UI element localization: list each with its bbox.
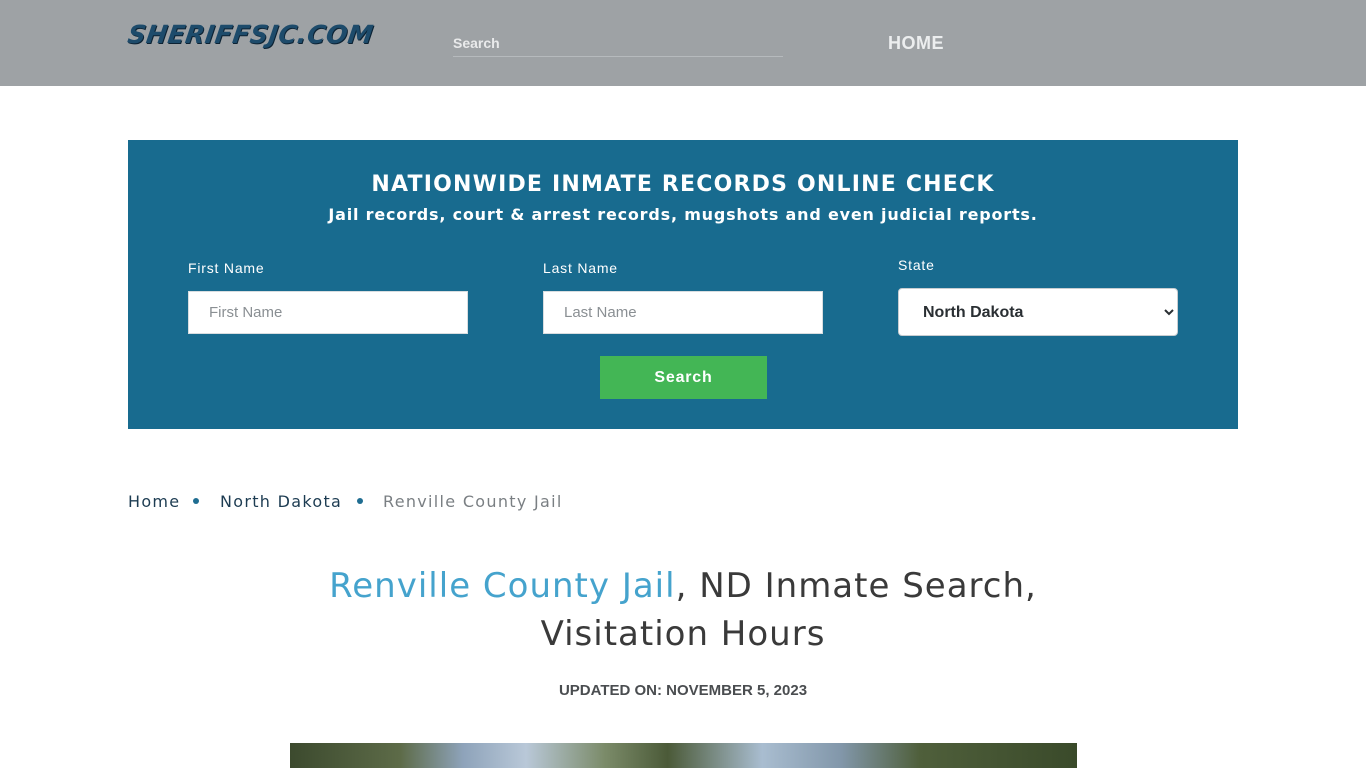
updated-date: UPDATED ON: NOVEMBER 5, 2023 <box>558 682 808 699</box>
jail-photo <box>290 743 1077 768</box>
breadcrumb-separator <box>193 498 199 504</box>
breadcrumb-separator <box>357 498 363 504</box>
state-select[interactable]: North Dakota <box>898 288 1178 336</box>
site-header: SHERIFFSJC.COM HOME <box>0 0 1366 86</box>
header-search-input[interactable] <box>453 32 783 54</box>
breadcrumb-home[interactable]: Home <box>128 492 180 511</box>
title-jail-link[interactable]: Renville County Jail <box>329 566 675 606</box>
page-title: Renville County Jail, ND Inmate Search, … <box>0 562 1366 658</box>
panel-title: NATIONWIDE INMATE RECORDS ONLINE CHECK <box>371 172 995 197</box>
first-name-label: First Name <box>188 260 265 276</box>
nav-home-link[interactable]: HOME <box>888 33 944 54</box>
title-line-two: Visitation Hours <box>540 614 826 654</box>
breadcrumb-current: Renville County Jail <box>383 492 563 511</box>
state-label: State <box>898 257 935 273</box>
panel-subtitle: Jail records, court & arrest records, mu… <box>328 205 1038 224</box>
search-button[interactable]: Search <box>600 356 767 399</box>
first-name-input[interactable] <box>188 291 468 334</box>
header-search <box>453 32 783 57</box>
site-logo[interactable]: SHERIFFSJC.COM <box>126 20 375 49</box>
breadcrumb-state[interactable]: North Dakota <box>220 492 342 511</box>
last-name-label: Last Name <box>543 260 618 276</box>
last-name-input[interactable] <box>543 291 823 334</box>
title-rest: , ND Inmate Search, <box>675 566 1037 606</box>
